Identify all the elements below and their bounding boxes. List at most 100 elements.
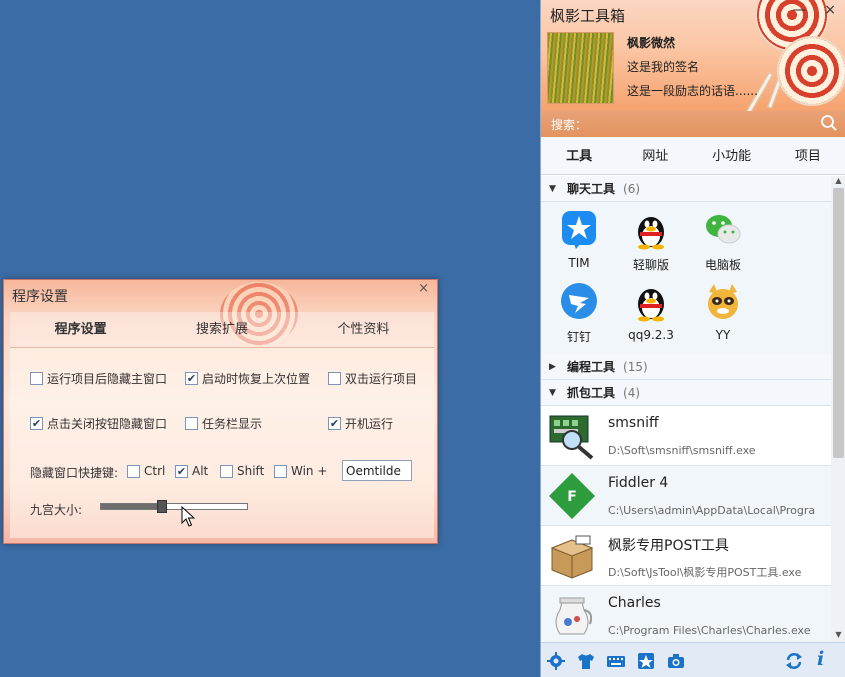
chevron-right-icon: ▶ — [549, 362, 563, 372]
option-double-click-run[interactable]: 双击运行项目 — [328, 370, 417, 387]
group-count: (15) — [623, 360, 648, 374]
group-name: 抓包工具 — [567, 384, 615, 401]
checkbox[interactable] — [328, 372, 341, 385]
tab-small-features[interactable]: 小功能 — [694, 137, 770, 174]
wechat-icon — [704, 210, 742, 250]
info-icon[interactable]: i — [817, 648, 835, 666]
checkbox[interactable] — [30, 372, 43, 385]
user-name: 枫影微然 — [627, 34, 675, 51]
scroll-up-icon[interactable]: ▲ — [831, 176, 845, 188]
option-close-hide[interactable]: ✔ 点击关闭按钮隐藏窗口 — [30, 415, 167, 432]
option-label: Shift — [237, 464, 264, 478]
checkbox[interactable] — [127, 465, 140, 478]
hotkey-ctrl[interactable]: Ctrl — [127, 464, 165, 478]
smsniff-icon — [548, 412, 596, 460]
dingtalk-icon — [560, 282, 598, 322]
checkbox[interactable] — [220, 465, 233, 478]
checkbox[interactable]: ✔ — [30, 417, 43, 430]
option-taskbar[interactable]: 任务栏显示 — [185, 415, 262, 432]
option-label: 任务栏显示 — [202, 415, 262, 432]
camera-icon[interactable] — [667, 652, 685, 670]
checkbox[interactable] — [185, 417, 198, 430]
search-icon[interactable] — [820, 114, 838, 132]
scroll-thumb[interactable] — [833, 188, 844, 458]
app-path: C:\Users\admin\AppData\Local\Progra — [608, 504, 815, 517]
lollipop-decoration — [777, 36, 845, 106]
icon-label: 轻聊版 — [633, 256, 669, 273]
scroll-down-icon[interactable]: ▼ — [831, 630, 845, 642]
option-label: 启动时恢复上次位置 — [202, 370, 310, 387]
hotkey-shift[interactable]: Shift — [220, 464, 264, 478]
app-wechat[interactable]: 电脑板 — [687, 208, 759, 280]
app-qq-lite[interactable]: 轻聊版 — [615, 208, 687, 280]
group-name: 编程工具 — [567, 358, 615, 375]
slider-thumb[interactable] — [157, 500, 167, 513]
window-buttons: — × — [792, 2, 836, 18]
scrollbar[interactable]: ▲ ▼ — [831, 176, 845, 642]
minimize-button[interactable]: — — [792, 2, 806, 18]
icon-label: YY — [716, 328, 731, 342]
tab-program-settings[interactable]: 程序设置 — [10, 312, 151, 347]
panel-footer: i — [541, 642, 845, 677]
toolbox-panel: 枫影工具箱 — × 枫影微然 这是我的签名 这是一段励志的话语...... 搜索… — [540, 0, 845, 677]
list-item[interactable]: 枫影专用POST工具 D:\Soft\JsTool\枫影专用POST工具.exe — [541, 526, 831, 586]
icon-label: 钉钉 — [567, 328, 591, 345]
checkbox[interactable]: ✔ — [175, 465, 188, 478]
settings-close-button[interactable]: × — [418, 281, 429, 296]
settings-body: 运行项目后隐藏主窗口 ✔ 启动时恢复上次位置 双击运行项目 ✔ 点击关闭按钮隐藏… — [10, 348, 434, 538]
group-capture-tools[interactable]: ▼ 抓包工具 (4) — [541, 380, 831, 406]
hotkey-alt[interactable]: ✔ Alt — [175, 464, 208, 478]
option-hide-main[interactable]: 运行项目后隐藏主窗口 — [30, 370, 167, 387]
chat-icon-grid: TIM 轻聊版 电脑 — [541, 202, 831, 354]
panel-title: 枫影工具箱 — [550, 5, 625, 26]
tab-projects[interactable]: 项目 — [770, 137, 845, 174]
group-programming-tools[interactable]: ▶ 编程工具 (15) — [541, 354, 831, 380]
app-yy[interactable]: YY — [687, 280, 759, 352]
app-dingtalk[interactable]: 钉钉 — [543, 280, 615, 352]
gear-icon[interactable] — [547, 652, 565, 670]
hotkey-input[interactable] — [342, 460, 412, 481]
qq-lite-icon — [632, 210, 670, 250]
hotkey-win[interactable]: Win + — [274, 464, 327, 478]
grid-size-label: 九宫大小: — [30, 501, 82, 518]
app-path: D:\Soft\smsniff\smsniff.exe — [608, 444, 756, 457]
search-label: 搜索： — [551, 116, 587, 133]
app-tim[interactable]: TIM — [543, 208, 615, 280]
shirt-icon[interactable] — [577, 652, 595, 670]
tab-urls[interactable]: 网址 — [617, 137, 693, 174]
checkbox[interactable]: ✔ — [328, 417, 341, 430]
tab-profile[interactable]: 个性资料 — [293, 312, 434, 347]
tim-icon — [560, 210, 598, 250]
list-item[interactable]: Charles C:\Program Files\Charles\Charles… — [541, 586, 831, 642]
user-motto: 这是一段励志的话语...... — [627, 82, 758, 99]
checkbox[interactable] — [274, 465, 287, 478]
avatar[interactable] — [547, 32, 614, 104]
tab-tools[interactable]: 工具 — [541, 137, 617, 174]
refresh-icon[interactable] — [785, 652, 803, 670]
grid-size-slider[interactable] — [100, 503, 248, 510]
option-autostart[interactable]: ✔ 开机运行 — [328, 415, 393, 432]
app-qq[interactable]: qq9.2.3 — [615, 280, 687, 352]
chevron-down-icon: ▼ — [549, 388, 563, 398]
checkbox[interactable]: ✔ — [185, 372, 198, 385]
close-button[interactable]: × — [824, 2, 836, 18]
icon-label: 电脑板 — [705, 256, 741, 273]
group-chat-tools[interactable]: ▼ 聊天工具 (6) — [541, 176, 831, 202]
keyboard-icon[interactable] — [607, 652, 625, 670]
app-path: D:\Soft\JsTool\枫影专用POST工具.exe — [608, 564, 801, 580]
group-count: (6) — [623, 182, 640, 196]
app-name: Fiddler 4 — [608, 475, 668, 491]
qq-icon — [632, 282, 670, 322]
list-item[interactable]: smsniff D:\Soft\smsniff\smsniff.exe — [541, 406, 831, 466]
charles-icon — [548, 592, 596, 640]
app-path: C:\Program Files\Charles\Charles.exe — [608, 624, 811, 637]
list-item[interactable]: F Fiddler 4 C:\Users\admin\AppData\Local… — [541, 466, 831, 526]
tab-search-extension[interactable]: 搜索扩展 — [151, 312, 292, 347]
search-bar: 搜索： — [541, 111, 845, 137]
option-restore-position[interactable]: ✔ 启动时恢复上次位置 — [185, 370, 310, 387]
star-icon[interactable] — [637, 652, 655, 670]
option-label: Ctrl — [144, 464, 165, 478]
app-name: Charles — [608, 595, 661, 611]
search-input[interactable] — [589, 114, 809, 134]
panel-header: 枫影工具箱 — × 枫影微然 这是我的签名 这是一段励志的话语...... 搜索… — [541, 0, 845, 137]
